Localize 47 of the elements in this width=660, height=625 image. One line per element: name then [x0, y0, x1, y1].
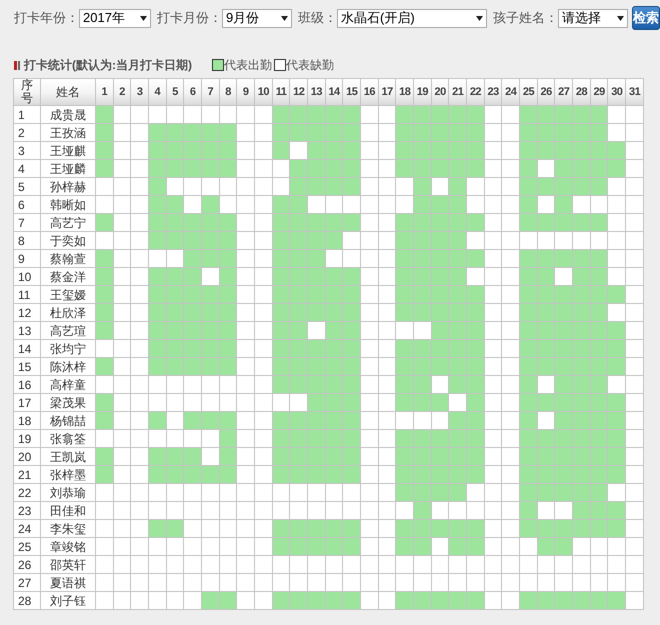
filter-label: 孩子姓名： [493, 9, 558, 28]
row-number-cell: 25 [14, 538, 40, 556]
filter-label: 班级： [298, 9, 337, 28]
row-number-cell: 17 [14, 394, 40, 412]
column-header: 序号 [14, 78, 40, 106]
legend-label: 代表缺勤 [286, 57, 334, 74]
dropdown-field[interactable]: 请选择 [558, 8, 628, 28]
dropdown-caret-icon [140, 16, 147, 20]
dropdown-caret-icon [476, 16, 483, 20]
row-number-cell: 27 [14, 574, 40, 592]
row-number-cell: 26 [14, 556, 40, 574]
section-title: 打卡统计(默认为:当月打卡日期) [24, 57, 192, 74]
search-button[interactable]: 检索 [632, 6, 660, 30]
legend-label: 代表出勤 [224, 57, 272, 74]
row-number-cell: 9 [14, 250, 40, 268]
section-marker-icon [14, 60, 20, 70]
row-number-cell: 6 [14, 196, 40, 214]
column-header: 姓名 [40, 78, 96, 106]
row-number-cell: 14 [14, 340, 40, 358]
row-number-cell: 22 [14, 484, 40, 502]
row-number-cell: 7 [14, 214, 40, 232]
row-number-cell: 2 [14, 124, 40, 142]
row-number-cell: 12 [14, 304, 40, 322]
row-number-cell: 23 [14, 502, 40, 520]
row-number-cell: 15 [14, 358, 40, 376]
row-number-cell: 19 [14, 430, 40, 448]
dropdown-field[interactable]: 9月份 [222, 8, 292, 28]
dropdown-caret-icon [617, 16, 624, 20]
row-number-cell: 1 [14, 106, 40, 124]
filter-label: 打卡月份： [157, 9, 222, 28]
filter-label: 打卡年份： [14, 9, 79, 28]
row-number-cell: 5 [14, 178, 40, 196]
row-number-cell: 8 [14, 232, 40, 250]
row-number-cell: 20 [14, 448, 40, 466]
row-number-cell: 10 [14, 268, 40, 286]
row-number-cell: 4 [14, 160, 40, 178]
row-number-cell: 11 [14, 286, 40, 304]
row-number-cell: 21 [14, 466, 40, 484]
dropdown-caret-icon [281, 16, 288, 20]
dropdown-field[interactable]: 2017年 [79, 8, 151, 28]
row-number-cell: 28 [14, 592, 40, 610]
row-number-cell: 13 [14, 322, 40, 340]
row-number-cell: 24 [14, 520, 40, 538]
dropdown-field[interactable]: 水晶石(开启) [337, 8, 487, 28]
row-number-cell: 18 [14, 412, 40, 430]
row-number-cell: 16 [14, 376, 40, 394]
row-number-cell: 3 [14, 142, 40, 160]
